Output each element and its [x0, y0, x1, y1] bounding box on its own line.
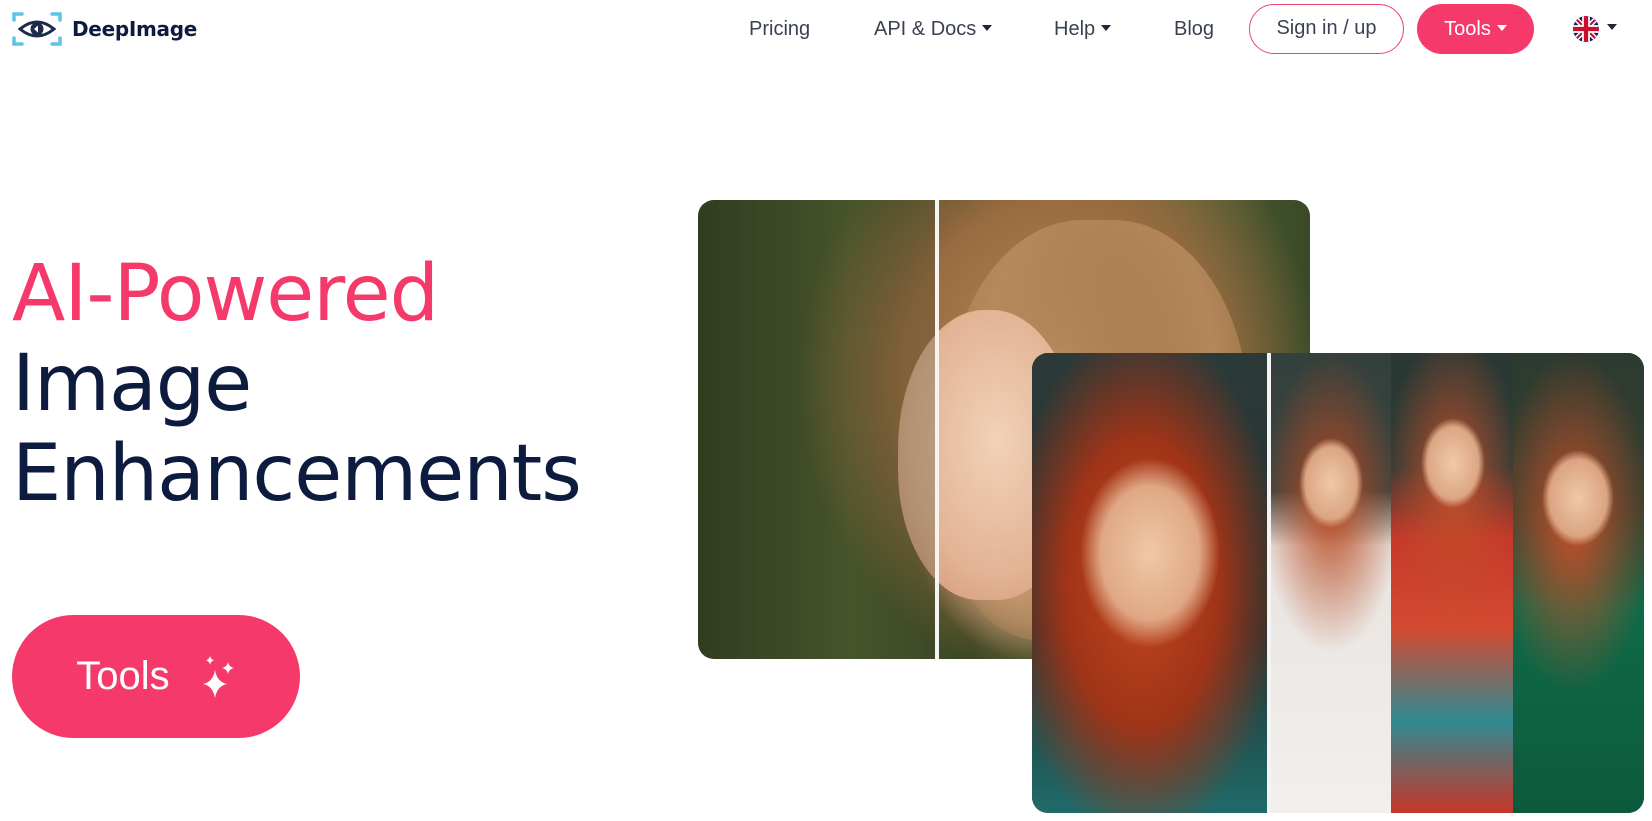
variation-wedding-dress — [1271, 353, 1391, 813]
nav-api-docs[interactable]: API & Docs — [874, 14, 993, 44]
style-variations-image — [1032, 353, 1644, 813]
nav-help[interactable]: Help — [1054, 14, 1112, 44]
brand-logo[interactable]: DeepImage — [12, 10, 197, 48]
sign-in-button[interactable]: Sign in / up — [1249, 4, 1404, 54]
hero-title-line3: Enhancements — [12, 429, 582, 519]
variation-kimono — [1391, 353, 1513, 813]
hero-title-accent: AI-Powered — [12, 249, 439, 339]
uk-flag-icon — [1573, 16, 1599, 42]
variation-green-dress — [1513, 353, 1644, 813]
nav-pricing[interactable]: Pricing — [749, 14, 810, 44]
chevron-down-icon — [1101, 24, 1112, 31]
comparison-divider[interactable] — [935, 200, 939, 659]
tools-menu-label: Tools — [1444, 18, 1491, 40]
page: DeepImage Pricing API & Docs Help Blog S… — [0, 0, 1652, 821]
sparkles-icon — [202, 655, 234, 698]
brand-name: DeepImage — [72, 17, 198, 41]
language-selector[interactable] — [1573, 16, 1617, 42]
original-portrait — [1032, 353, 1267, 813]
nav-api-docs-label: API & Docs — [874, 18, 977, 40]
nav-help-label: Help — [1054, 18, 1096, 40]
top-nav: DeepImage Pricing API & Docs Help Blog S… — [0, 0, 1652, 58]
chevron-down-icon — [982, 24, 993, 31]
chevron-down-icon — [1496, 24, 1507, 31]
tools-cta-label: Tools — [76, 654, 170, 698]
hero-title-line2: Image — [12, 339, 252, 429]
chevron-down-icon — [1607, 24, 1617, 30]
nav-blog[interactable]: Blog — [1174, 14, 1214, 44]
before-overlay — [698, 200, 935, 659]
tools-menu-button[interactable]: Tools — [1417, 4, 1534, 54]
eye-icon — [12, 11, 62, 47]
tools-cta-button[interactable]: Tools — [12, 615, 300, 738]
